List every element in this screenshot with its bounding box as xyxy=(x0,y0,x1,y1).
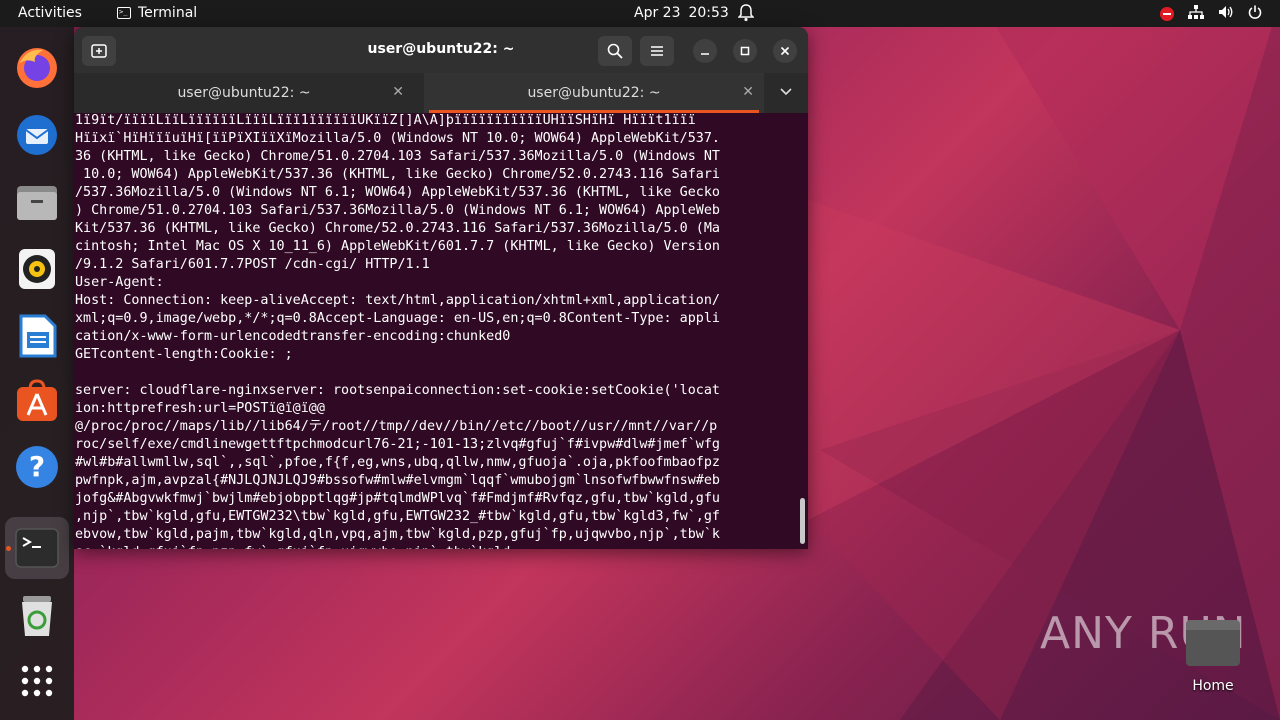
terminal-icon[interactable] xyxy=(13,524,61,572)
show-apps-icon[interactable] xyxy=(13,657,61,705)
dock: ? xyxy=(0,27,74,720)
notification-bell-icon[interactable] xyxy=(737,4,755,26)
app-menu[interactable]: >_ Terminal xyxy=(117,5,197,21)
maximize-button[interactable] xyxy=(733,39,757,63)
app-center-icon[interactable] xyxy=(13,377,61,425)
close-icon xyxy=(780,46,790,56)
window-header-bar: user@ubuntu22: ~ xyxy=(74,27,808,73)
svg-text:?: ? xyxy=(29,450,45,483)
clock-date: Apr 23 xyxy=(634,5,681,21)
network-icon xyxy=(1188,5,1204,23)
terminal-output[interactable]: 1ï9ït/ïïïïLïïLïïïïïïLïïïLïïï1ïïïïïïUKïïZ… xyxy=(74,113,808,549)
clock[interactable]: Apr 23 20:53 xyxy=(634,5,729,21)
terminal-window: user@ubuntu22: ~ user@ubuntu22: ~ ✕ user… xyxy=(74,27,808,549)
tab-label: user@ubuntu22: ~ xyxy=(177,85,311,101)
minimize-button[interactable] xyxy=(693,39,717,63)
tab-2-active[interactable]: user@ubuntu22: ~ ✕ xyxy=(424,73,764,113)
running-indicator xyxy=(6,546,11,551)
tab-label: user@ubuntu22: ~ xyxy=(527,85,661,101)
thunderbird-icon[interactable] xyxy=(13,111,61,159)
minimize-icon xyxy=(701,53,709,55)
search-icon xyxy=(607,43,623,59)
app-name: Terminal xyxy=(138,5,198,21)
clock-time: 20:53 xyxy=(688,5,729,21)
search-button[interactable] xyxy=(598,36,632,66)
home-label: Home xyxy=(1192,678,1234,694)
activities-button[interactable]: Activities xyxy=(18,5,82,21)
system-tray[interactable] xyxy=(1160,5,1262,23)
firefox-icon[interactable] xyxy=(13,44,61,92)
rhythmbox-icon[interactable] xyxy=(13,245,61,293)
trash-icon[interactable] xyxy=(13,592,61,640)
tab-list-chevron-down-icon[interactable] xyxy=(780,85,792,99)
tab-1[interactable]: user@ubuntu22: ~ ✕ xyxy=(74,73,414,113)
power-icon xyxy=(1248,5,1262,23)
volume-icon xyxy=(1218,5,1234,23)
hamburger-icon xyxy=(651,46,663,56)
terminal-icon: >_ xyxy=(117,7,131,19)
files-icon[interactable] xyxy=(13,178,61,226)
home-folder[interactable]: Home xyxy=(1184,620,1242,694)
libreoffice-writer-icon[interactable] xyxy=(13,312,61,360)
close-tab-icon[interactable]: ✕ xyxy=(392,84,404,100)
home-folder-icon xyxy=(1186,620,1240,666)
maximize-icon xyxy=(740,46,750,56)
menu-button[interactable] xyxy=(640,36,674,66)
help-icon[interactable]: ? xyxy=(13,443,61,491)
terminal-text: 1ï9ït/ïïïïLïïLïïïïïïLïïïLïïï1ïïïïïïUKïïZ… xyxy=(75,113,720,549)
close-tab-icon[interactable]: ✕ xyxy=(742,84,754,100)
do-not-disturb-icon xyxy=(1160,7,1174,21)
top-bar: Activities >_ Terminal Apr 23 20:53 xyxy=(0,0,1280,27)
tab-bar: user@ubuntu22: ~ ✕ user@ubuntu22: ~ ✕ xyxy=(74,73,808,113)
scrollbar[interactable] xyxy=(800,498,805,544)
close-button[interactable] xyxy=(773,39,797,63)
